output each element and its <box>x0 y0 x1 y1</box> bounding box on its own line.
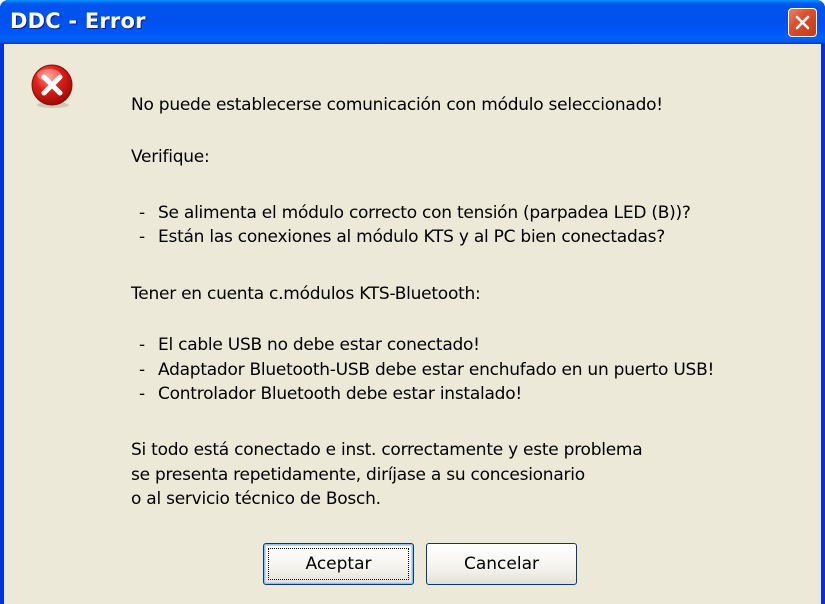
ok-button[interactable]: Aceptar <box>263 543 414 585</box>
bluetooth-label: Tener en cuenta c.módulos KTS-Bluetooth: <box>131 284 481 304</box>
cancel-button[interactable]: Cancelar <box>426 543 577 585</box>
window-title: DDC - Error <box>10 9 146 33</box>
cancel-button-label: Cancelar <box>464 554 539 574</box>
list-item: - Se alimenta el módulo correcto con tens… <box>139 203 691 223</box>
error-message: No puede establecerse comunicación con m… <box>131 95 663 115</box>
footer-line: se presenta repetidamente, diríjase a su… <box>131 465 585 485</box>
focus-rectangle <box>268 548 409 580</box>
list-item: - Están las conexiones al módulo KTS y al… <box>139 227 666 247</box>
title-bar[interactable]: DDC - Error <box>0 0 825 44</box>
verify-label: Verifique: <box>131 147 210 167</box>
error-icon <box>31 64 73 108</box>
list-item: - El cable USB no debe estar conectado! <box>139 335 480 355</box>
dialog-window: DDC - Error No puede establecerse comuni… <box>0 0 825 604</box>
footer-line: o al servicio técnico de Bosch. <box>131 489 381 509</box>
list-item-text: El cable USB no debe estar conectado! <box>158 335 480 355</box>
close-button[interactable] <box>788 8 817 37</box>
list-item-text: Están las conexiones al módulo KTS y al … <box>158 227 666 247</box>
list-item-text: Controlador Bluetooth debe estar instala… <box>158 384 522 404</box>
footer-line: Si todo está conectado e inst. correctam… <box>131 440 643 460</box>
close-icon <box>795 15 810 30</box>
list-item: - Adaptador Bluetooth-USB debe estar ench… <box>139 360 715 380</box>
list-item-text: Adaptador Bluetooth-USB debe estar enchu… <box>158 360 715 380</box>
list-item-text: Se alimenta el módulo correcto con tensi… <box>158 203 691 223</box>
list-item: - Controlador Bluetooth debe estar instal… <box>139 384 522 404</box>
dialog-body <box>4 44 821 604</box>
